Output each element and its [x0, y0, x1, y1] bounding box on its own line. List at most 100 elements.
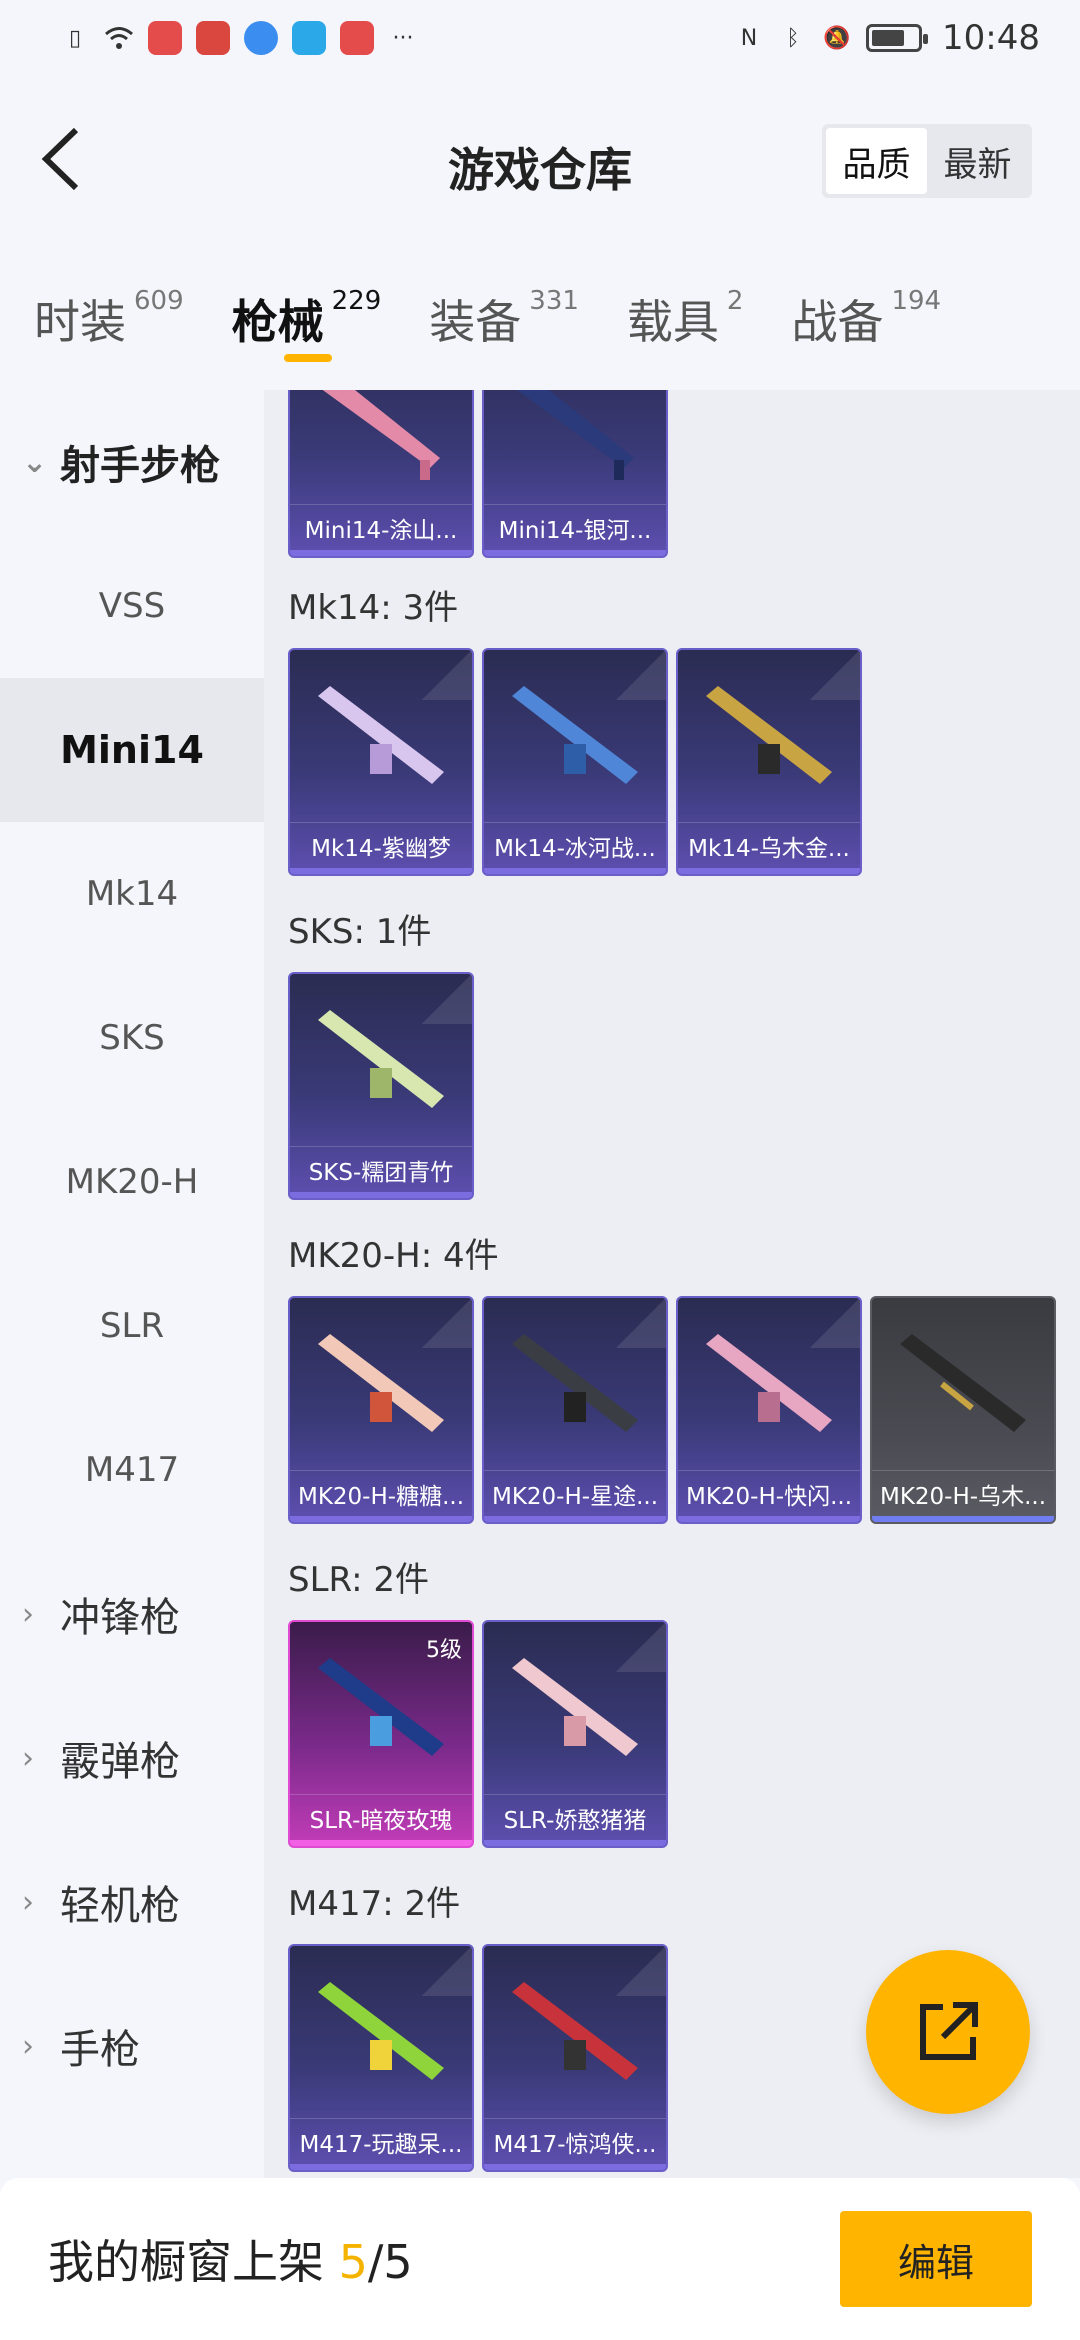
sidebar-group-label: 射手步枪 [60, 443, 220, 489]
group-title-slr: SLR: 2件 [288, 1560, 429, 1600]
mute-icon: 🔕 [823, 25, 851, 51]
showcase-status: 我的橱窗上架 5/5 [48, 2226, 413, 2292]
item-name: SKS-糯团青竹 [290, 1146, 472, 1192]
sidebar-group-label: 轻机枪 [60, 1883, 180, 1929]
item-card[interactable]: SLR-娇憨猪猪 [482, 1620, 668, 1848]
gun-skin-icon [706, 686, 832, 784]
chevron-right-icon: › [22, 1884, 34, 1920]
item-name: Mini14-涂山... [290, 504, 472, 550]
item-name: MK20-H-糖糖... [290, 1470, 472, 1516]
gun-skin-icon [512, 1334, 638, 1432]
wifi-icon [104, 23, 134, 53]
item-card[interactable]: MK20-H-糖糖... [288, 1296, 474, 1524]
sidebar-item-slr[interactable]: SLR [0, 1254, 264, 1398]
gun-skin-icon [512, 1658, 638, 1756]
sidebar-group-marksman-rifle[interactable]: ⌄ 射手步枪 [0, 390, 264, 534]
tab-guns[interactable]: 枪械 229 [231, 286, 381, 362]
tab-label: 装备 [429, 295, 522, 349]
item-name: Mini14-银河... [484, 504, 666, 550]
sidebar-group-pistol[interactable]: › 手枪 [0, 1974, 264, 2118]
item-card[interactable]: Mk14-冰河战... [482, 648, 668, 876]
chevron-down-icon: ⌄ [22, 444, 48, 480]
sidebar-group-smg[interactable]: › 冲锋枪 [0, 1542, 264, 1686]
header: 游戏仓库 品质 最新 [0, 76, 1080, 246]
item-card[interactable]: MK20-H-乌木... [870, 1296, 1056, 1524]
item-card[interactable]: 5级 SLR-暗夜玫瑰 [288, 1620, 474, 1848]
showcase-count: 5 [338, 2235, 368, 2289]
sort-quality-option[interactable]: 品质 [826, 128, 927, 194]
gun-skin-icon [512, 686, 638, 784]
tab-equipment[interactable]: 装备 331 [429, 286, 579, 352]
tab-label: 时装 [34, 295, 126, 349]
share-fab[interactable] [866, 1950, 1030, 2114]
chevron-right-icon: › [22, 1740, 34, 1776]
item-card[interactable]: Mini14-银河... [482, 390, 668, 558]
group-title-mk20h: MK20-H: 4件 [288, 1236, 499, 1276]
active-tab-indicator [283, 354, 332, 362]
category-tabs: 时装 609 枪械 229 装备 331 载具 2 战备 194 [0, 246, 1080, 390]
item-name: Mk14-紫幽梦 [290, 822, 472, 868]
sidebar-item-sks[interactable]: SKS [0, 966, 264, 1110]
clock: 10:48 [942, 18, 1040, 58]
chevron-right-icon: › [22, 2028, 34, 2064]
sort-toggle[interactable]: 品质 最新 [822, 124, 1032, 198]
sort-latest-option[interactable]: 最新 [927, 128, 1028, 194]
item-card[interactable]: MK20-H-快闪... [676, 1296, 862, 1524]
sidebar-group-label: 霰弹枪 [60, 1739, 180, 1785]
gun-skin-icon [322, 390, 440, 480]
sidebar-group-shotgun[interactable]: › 霰弹枪 [0, 1686, 264, 1830]
group-title-m417: M417: 2件 [288, 1884, 461, 1924]
sidebar-item-vss[interactable]: VSS [0, 534, 264, 678]
item-card[interactable]: M417-玩趣呆... [288, 1944, 474, 2172]
tab-label: 战备 [791, 295, 884, 349]
sidebar-item-m417[interactable]: M417 [0, 1398, 264, 1542]
chevron-right-icon: › [22, 1596, 34, 1632]
bluetooth-icon: ᛒ [786, 25, 800, 51]
group-title-sks: SKS: 1件 [288, 912, 432, 952]
gun-skin-icon [706, 1334, 832, 1432]
item-card[interactable]: Mini14-涂山... [288, 390, 474, 558]
tab-vehicles[interactable]: 载具 2 [627, 286, 744, 352]
sidebar-item-mk14[interactable]: Mk14 [0, 822, 264, 966]
sidebar-item-mk20h[interactable]: MK20-H [0, 1110, 264, 1254]
tab-label: 枪械 [231, 295, 324, 349]
item-card[interactable]: SKS-糯团青竹 [288, 972, 474, 1200]
item-card[interactable]: MK20-H-星途... [482, 1296, 668, 1524]
huawei-app-icon [148, 21, 182, 55]
battery-icon [866, 24, 929, 52]
gun-skin-icon [318, 1010, 444, 1108]
edit-button[interactable]: 编辑 [840, 2211, 1032, 2307]
share-external-icon [920, 2002, 978, 2060]
showcase-total: /5 [367, 2235, 413, 2289]
gun-skin-icon [318, 1658, 444, 1756]
book-app-icon [196, 21, 230, 55]
item-name: M417-惊鸿侠... [484, 2118, 666, 2164]
bottom-bar: 我的橱窗上架 5/5 编辑 [0, 2178, 1080, 2340]
sidebar-group-lmg[interactable]: › 轻机枪 [0, 1830, 264, 1974]
sidebar-item-mini14[interactable]: Mini14 [0, 678, 264, 822]
tab-count: 2 [726, 286, 744, 316]
gun-skin-icon [900, 1334, 1026, 1432]
item-name: MK20-H-乌木... [872, 1470, 1054, 1516]
more-dots-icon: ··· [392, 25, 414, 51]
gun-skin-icon [318, 1334, 444, 1432]
showcase-label: 我的橱窗上架 [48, 2235, 339, 2289]
item-name: SLR-暗夜玫瑰 [290, 1794, 472, 1840]
gun-skin-icon [516, 390, 634, 480]
tab-count: 609 [134, 286, 184, 316]
tab-supplies[interactable]: 战备 194 [791, 286, 941, 352]
item-name: Mk14-冰河战... [484, 822, 666, 868]
item-card[interactable]: M417-惊鸿侠... [482, 1944, 668, 2172]
tab-count: 331 [529, 286, 579, 316]
item-card[interactable]: Mk14-紫幽梦 [288, 648, 474, 876]
status-left: ▯ ··· [60, 21, 418, 55]
status-right: N ᛒ 🔕 10:48 [734, 18, 1040, 58]
item-grid-area: Mini14-涂山... Mini14-银河... Mk14: 3件 Mk14-… [264, 390, 1080, 2178]
tab-fashion[interactable]: 时装 609 [34, 286, 184, 352]
item-name: MK20-H-星途... [484, 1470, 666, 1516]
sidebar-group-label: 手枪 [60, 2027, 140, 2073]
item-name: MK20-H-快闪... [678, 1470, 860, 1516]
search-app-icon [292, 21, 326, 55]
item-name: Mk14-乌木金... [678, 822, 860, 868]
item-card[interactable]: Mk14-乌木金... [676, 648, 862, 876]
